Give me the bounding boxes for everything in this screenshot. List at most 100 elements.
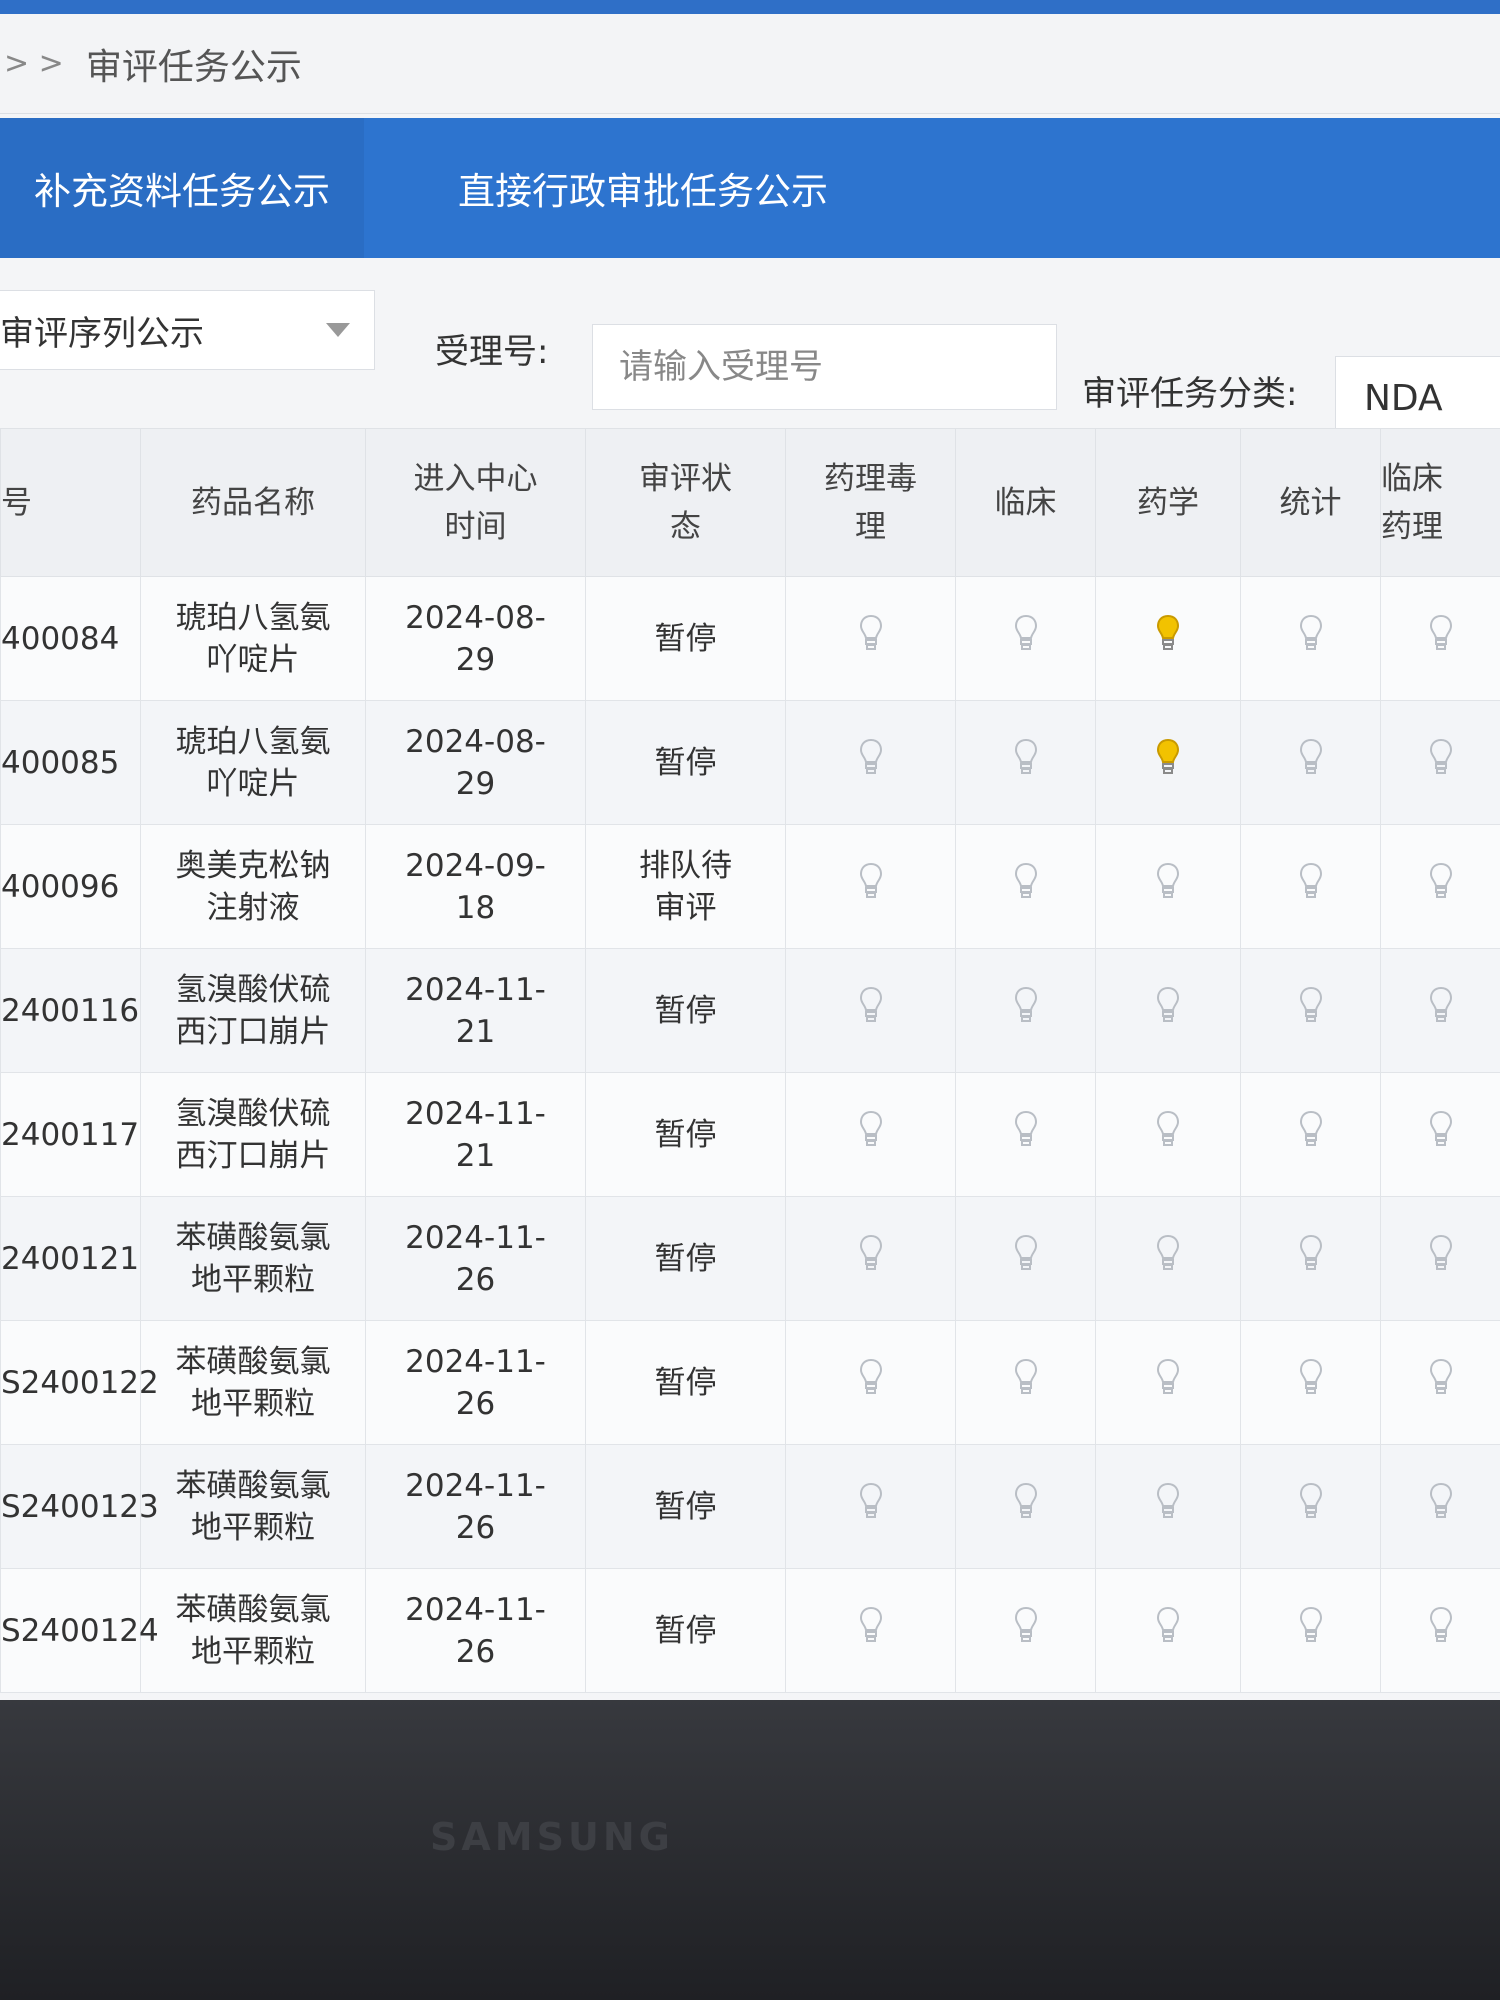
cell-clinical xyxy=(955,1196,1096,1321)
lightbulb-icon[interactable] xyxy=(1014,1482,1038,1520)
tab-direct-approval[interactable]: 直接行政审批任务公示 xyxy=(424,118,862,258)
lightbulb-icon[interactable] xyxy=(1299,738,1323,776)
cell-clinical-pharmacology xyxy=(1380,700,1500,825)
category-select-value: NDA xyxy=(1364,377,1443,419)
lightbulb-icon[interactable] xyxy=(1014,1234,1038,1272)
table-header-row: 号 药品名称 进入中心 时间 审评状态 药理毒理 临床 药学 统计 临床 药理 xyxy=(0,428,1500,577)
lightbulb-icon[interactable] xyxy=(1429,986,1453,1024)
lightbulb-icon[interactable] xyxy=(859,614,883,652)
lightbulb-icon[interactable] xyxy=(1299,986,1323,1024)
lightbulb-icon[interactable] xyxy=(1156,1110,1180,1148)
cell-accept-no[interactable]: S2400123 xyxy=(0,1444,159,1569)
cell-statistics xyxy=(1240,948,1381,1073)
cell-pharmacy xyxy=(1095,1320,1241,1445)
lightbulb-icon[interactable] xyxy=(1014,862,1038,900)
cell-accept-no[interactable]: S2400124 xyxy=(0,1568,159,1693)
table-row[interactable]: S2400122 苯磺酸氨氯 地平颗粒 2024-11- 26 暂停 xyxy=(0,1320,1500,1445)
lightbulb-icon[interactable] xyxy=(1299,1606,1323,1644)
table-row[interactable]: S2400124 苯磺酸氨氯 地平颗粒 2024-11- 26 暂停 xyxy=(0,1568,1500,1693)
header-drug-name: 药品名称 xyxy=(140,428,366,577)
cell-pharmacy xyxy=(1095,824,1241,949)
cell-statistics xyxy=(1240,700,1381,825)
lightbulb-icon[interactable] xyxy=(1429,1358,1453,1396)
lightbulb-icon[interactable] xyxy=(1156,1234,1180,1272)
cell-accept-no[interactable]: 400084 xyxy=(0,576,141,701)
cell-pharmacy xyxy=(1095,1568,1241,1693)
lightbulb-icon[interactable] xyxy=(1429,738,1453,776)
table-row[interactable]: 2400121 苯磺酸氨氯 地平颗粒 2024-11- 26 暂停 xyxy=(0,1196,1500,1321)
cell-clinical-pharmacology xyxy=(1380,1320,1500,1445)
lightbulb-icon[interactable] xyxy=(1156,986,1180,1024)
cell-accept-no[interactable]: S2400122 xyxy=(0,1320,159,1445)
cell-entry-time: 2024-11- 26 xyxy=(365,1444,586,1569)
table-row[interactable]: 400084 琥珀八氢氨 吖啶片 2024-08- 29 暂停 xyxy=(0,576,1500,701)
lightbulb-icon[interactable] xyxy=(1156,614,1180,652)
cell-entry-time: 2024-11- 21 xyxy=(365,1072,586,1197)
tab-supplement[interactable]: 补充资料任务公示 xyxy=(0,118,364,258)
cell-clinical xyxy=(955,576,1096,701)
table-row[interactable]: 400085 琥珀八氢氨 吖啶片 2024-08- 29 暂停 xyxy=(0,700,1500,825)
cell-pharmacy xyxy=(1095,1444,1241,1569)
header-clinical: 临床 xyxy=(955,428,1096,577)
lightbulb-icon[interactable] xyxy=(1299,1482,1323,1520)
lightbulb-icon[interactable] xyxy=(1429,862,1453,900)
table-row[interactable]: S2400123 苯磺酸氨氯 地平颗粒 2024-11- 26 暂停 xyxy=(0,1444,1500,1569)
lightbulb-icon[interactable] xyxy=(1014,614,1038,652)
cell-statistics xyxy=(1240,1568,1381,1693)
table-row[interactable]: 400096 奥美克松钠 注射液 2024-09- 18 排队待 审评 xyxy=(0,824,1500,949)
cell-statistics xyxy=(1240,1196,1381,1321)
lightbulb-icon[interactable] xyxy=(1156,1482,1180,1520)
lightbulb-icon[interactable] xyxy=(1429,614,1453,652)
lightbulb-icon[interactable] xyxy=(859,1234,883,1272)
cell-drug-name: 奥美克松钠 注射液 xyxy=(140,824,366,949)
lightbulb-icon[interactable] xyxy=(1299,1358,1323,1396)
lightbulb-icon[interactable] xyxy=(859,1358,883,1396)
lightbulb-icon[interactable] xyxy=(1299,862,1323,900)
lightbulb-icon[interactable] xyxy=(859,1110,883,1148)
lightbulb-icon[interactable] xyxy=(1014,738,1038,776)
header-pharmacology: 药理毒理 xyxy=(785,428,956,577)
breadcrumb-current[interactable]: 审评任务公示 xyxy=(86,38,302,90)
lightbulb-icon[interactable] xyxy=(1429,1606,1453,1644)
table-row[interactable]: 2400117 氢溴酸伏硫 西汀口崩片 2024-11- 21 暂停 xyxy=(0,1072,1500,1197)
lightbulb-icon[interactable] xyxy=(1429,1482,1453,1520)
cell-clinical xyxy=(955,700,1096,825)
lightbulb-icon[interactable] xyxy=(1156,862,1180,900)
sequence-select[interactable]: 审评序列公示 xyxy=(0,290,375,370)
lightbulb-icon[interactable] xyxy=(1299,1234,1323,1272)
lightbulb-icon[interactable] xyxy=(1156,738,1180,776)
cell-clinical xyxy=(955,1072,1096,1197)
lightbulb-icon[interactable] xyxy=(1014,1358,1038,1396)
cell-review-status: 暂停 xyxy=(585,1568,786,1693)
table-row[interactable]: 2400116 氢溴酸伏硫 西汀口崩片 2024-11- 21 暂停 xyxy=(0,948,1500,1073)
lightbulb-icon[interactable] xyxy=(859,1482,883,1520)
cell-accept-no[interactable]: 2400121 xyxy=(0,1196,141,1321)
lightbulb-icon[interactable] xyxy=(1014,986,1038,1024)
cell-accept-no[interactable]: 2400116 xyxy=(0,948,141,1073)
lightbulb-icon[interactable] xyxy=(859,1606,883,1644)
cell-clinical-pharmacology xyxy=(1380,576,1500,701)
filter-bar: 审评序列公示 受理号: 审评任务分类: NDA xyxy=(0,258,1500,440)
lightbulb-icon[interactable] xyxy=(1014,1606,1038,1644)
lightbulb-icon[interactable] xyxy=(859,986,883,1024)
lightbulb-icon[interactable] xyxy=(1156,1358,1180,1396)
cell-clinical-pharmacology xyxy=(1380,1444,1500,1569)
cell-accept-no[interactable]: 2400117 xyxy=(0,1072,141,1197)
lightbulb-icon[interactable] xyxy=(1014,1110,1038,1148)
lightbulb-icon[interactable] xyxy=(1429,1110,1453,1148)
accept-no-input[interactable] xyxy=(592,324,1057,410)
cell-accept-no[interactable]: 400085 xyxy=(0,700,141,825)
lightbulb-icon[interactable] xyxy=(859,738,883,776)
cell-accept-no[interactable]: 400096 xyxy=(0,824,141,949)
cell-clinical-pharmacology xyxy=(1380,1196,1500,1321)
cell-statistics xyxy=(1240,1072,1381,1197)
lightbulb-icon[interactable] xyxy=(859,862,883,900)
lightbulb-icon[interactable] xyxy=(1429,1234,1453,1272)
cell-statistics xyxy=(1240,824,1381,949)
cell-review-status: 暂停 xyxy=(585,576,786,701)
lightbulb-icon[interactable] xyxy=(1299,614,1323,652)
lightbulb-icon[interactable] xyxy=(1156,1606,1180,1644)
chevron-down-icon xyxy=(326,323,350,337)
header-entry-time: 进入中心 时间 xyxy=(365,428,586,577)
lightbulb-icon[interactable] xyxy=(1299,1110,1323,1148)
